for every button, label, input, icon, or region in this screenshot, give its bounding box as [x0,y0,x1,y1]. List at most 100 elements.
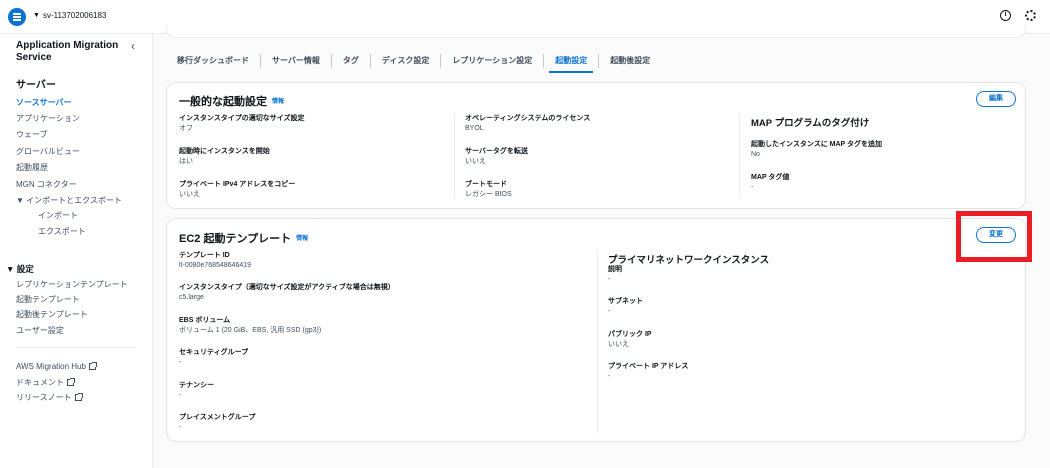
column-divider [454,113,455,198]
sidebar-item-waves[interactable]: ウェーブ [16,129,48,140]
field-label: インスタンスタイプ（適切なサイズ設定がアクティブな場合は無視） [179,284,395,291]
field-label: 起動時にインスタンスを開始 [179,148,270,155]
sidebar-item-replication-template[interactable]: レプリケーションテンプレート [16,279,128,290]
field-start-instance: 起動時にインスタンスを開始 はい [179,147,270,167]
field-label: EBS ボリューム [179,317,231,324]
tab-bar: 移行ダッシュボード サーバー情報 タグ ディスク設定 レプリケーション設定 起動… [166,50,661,73]
sidebar-link-release-notes[interactable]: リリースノート [16,392,83,403]
field-label: テナンシー [179,382,214,389]
field-value: いいえ [179,191,200,198]
column-divider [739,113,740,198]
field-tenancy: テナンシー - [179,381,214,401]
collapse-icon[interactable]: ‹ [131,39,135,53]
field-label: プレイスメントグループ [179,414,256,421]
general-launch-settings-card: 一般的な起動設定 情報 編集 インスタンスタイプの適切なサイズ設定 オフ 起動時にイ… [166,82,1026,209]
field-label: セキュリティグループ [179,349,249,356]
tab-disk-settings[interactable]: ディスク設定 [371,54,442,68]
sidebar-link-migration-hub[interactable]: AWS Migration Hub [16,362,97,371]
ec2-title: EC2 起動テンプレート [179,233,292,245]
field-os-license: オペレーティングシステムのライセンス BYOL [465,114,590,134]
field-ebs-volumes: EBS ボリュームボリューム 1 (20 GiB、EBS, 汎用 SSD (gp… [179,316,321,336]
field-right-sizing: インスタンスタイプの適切なサイズ設定 オフ [179,114,305,134]
sidebar-item-user-settings[interactable]: ユーザー設定 [16,325,64,336]
sidebar-section-settings[interactable]: ▼ 設定 [6,263,34,275]
field-value: BYOL [465,125,484,132]
sidebar-section-servers: サーバー [16,80,56,91]
external-link-icon [74,393,83,401]
field-value: はい [179,158,193,165]
sidebar-title[interactable]: Application Migration Service [16,40,126,64]
tab-replication-settings[interactable]: レプリケーション設定 [441,54,545,68]
field-value: - [608,373,611,380]
tab-tags[interactable]: タグ [332,54,371,68]
field-copy-private-ip: プライベート IPv4 アドレスをコピー いいえ [179,180,295,200]
field-add-map-tag: 起動したインスタンスに MAP タグを追加 No [751,140,882,160]
settings-icon[interactable] [1025,10,1036,21]
field-subnet: サブネット - [608,297,643,317]
sidebar-item-post-launch-template[interactable]: 起動後テンプレート [16,309,88,320]
info-icon[interactable]: i [1000,10,1011,21]
server-id: sv-113702006183 [42,11,107,20]
sidebar-item-launch-history[interactable]: 起動履歴 [16,162,48,173]
link-label: AWS Migration Hub [16,362,86,371]
annotation-highlight-box [956,211,1032,262]
field-instance-type: インスタンスタイプ（適切なサイズ設定がアクティブな場合は無視） c5.large [179,283,395,303]
field-value: - [751,184,754,191]
tab-server-info[interactable]: サーバー情報 [261,54,332,68]
sidebar: Application Migration Service ‹ サーバー ソース… [0,34,153,468]
field-label: インスタンスタイプの適切なサイズ設定 [179,115,305,122]
edit-button[interactable]: 編集 [976,91,1016,107]
field-value: - [608,308,611,315]
field-label: サーバータグを転送 [465,148,528,155]
field-value: c5.large [179,294,204,301]
tab-post-launch-settings[interactable]: 起動後設定 [599,54,661,68]
field-value: レガシー BIOS [465,191,512,198]
field-map-tag-value: MAP タグ値 - [751,173,789,193]
field-label: テンプレート ID [179,252,230,259]
field-description: 説明 - [608,265,622,285]
column-divider [597,249,598,433]
sidebar-item-launch-template[interactable]: 起動テンプレート [16,294,80,305]
field-value: - [179,392,182,399]
field-label: オペレーティングシステムのライセンス [465,115,591,122]
field-label: MAP タグ値 [751,174,790,181]
field-value: いいえ [608,341,629,348]
sidebar-item-global-view[interactable]: グローバルビュー [16,146,80,157]
menu-icon[interactable] [8,8,26,26]
field-value: lt-0080e768548646419 [179,262,252,269]
primary-nic-title: プライマリネットワークインスタンス [608,255,770,266]
field-value: ボリューム 1 (20 GiB、EBS, 汎用 SSD (gp3)) [179,327,322,334]
info-link[interactable]: 情報 [296,236,308,242]
field-label: ブートモード [465,181,507,188]
card-title: 一般的な起動設定 情報 [179,93,284,109]
sidebar-item-applications[interactable]: アプリケーション [16,113,80,124]
external-link-icon [88,362,97,370]
general-title: 一般的な起動設定 [179,96,267,108]
sidebar-item-export[interactable]: エクスポート [38,226,86,237]
map-tagging-title: MAP プログラムのタグ付け [751,118,870,129]
sidebar-item-source-servers[interactable]: ソースサーバー [16,97,72,108]
field-value: - [179,424,182,431]
sidebar-item-import[interactable]: インポート [38,210,78,221]
sidebar-item-import-export[interactable]: ▼ インポートとエクスポート [16,195,122,206]
server-selector[interactable]: ▼ sv-113702006183 [33,11,106,20]
link-label: ドキュメント [16,378,64,387]
tab-migration-dashboard[interactable]: 移行ダッシュボード [166,54,261,68]
ec2-launch-template-card: EC2 起動テンプレート 情報 変更 テンプレート ID lt-0080e76854… [166,218,1026,442]
caret-down-icon: ▼ [33,12,40,19]
sidebar-item-mgn-connectors[interactable]: MGN コネクター [16,179,77,190]
sidebar-divider [16,347,136,348]
main-content: 移行ダッシュボード サーバー情報 タグ ディスク設定 レプリケーション設定 起動… [153,26,1050,468]
field-label: 説明 [608,266,622,273]
field-label: サブネット [608,298,643,305]
info-link[interactable]: 情報 [272,99,284,105]
field-value: No [751,151,760,158]
card-title: EC2 起動テンプレート 情報 [179,230,308,246]
external-link-icon [67,378,75,386]
link-label: リリースノート [16,393,72,402]
field-security-groups: セキュリティグループ - [179,348,248,368]
field-label: パブリック IP [608,331,652,338]
field-template-id: テンプレート ID lt-0080e768548646419 [179,251,251,271]
tab-launch-settings[interactable]: 起動設定 [544,54,600,73]
sidebar-link-documentation[interactable]: ドキュメント [16,377,75,388]
